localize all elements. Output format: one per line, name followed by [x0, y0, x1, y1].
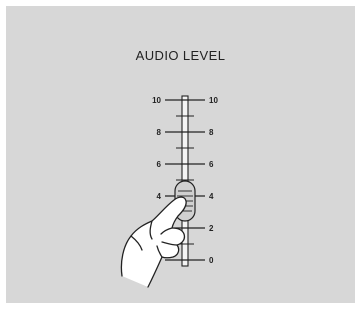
- tick-label-right: 0: [209, 256, 214, 265]
- tick-label-left: 6: [157, 160, 162, 169]
- tick-label-left: 8: [157, 128, 162, 137]
- tick-label-left: 10: [152, 96, 161, 105]
- fader-diagram: 10 10 8 8 6 6 4 4 2 0: [120, 95, 218, 288]
- tick-label-right: 8: [209, 128, 214, 137]
- tick-label-right: 10: [209, 96, 218, 105]
- tick-label-right: 2: [209, 224, 214, 233]
- pointing-hand-icon: [120, 196, 187, 288]
- tick-label-left: 4: [157, 192, 162, 201]
- tick-label-right: 4: [209, 192, 214, 201]
- tick-label-right: 6: [209, 160, 214, 169]
